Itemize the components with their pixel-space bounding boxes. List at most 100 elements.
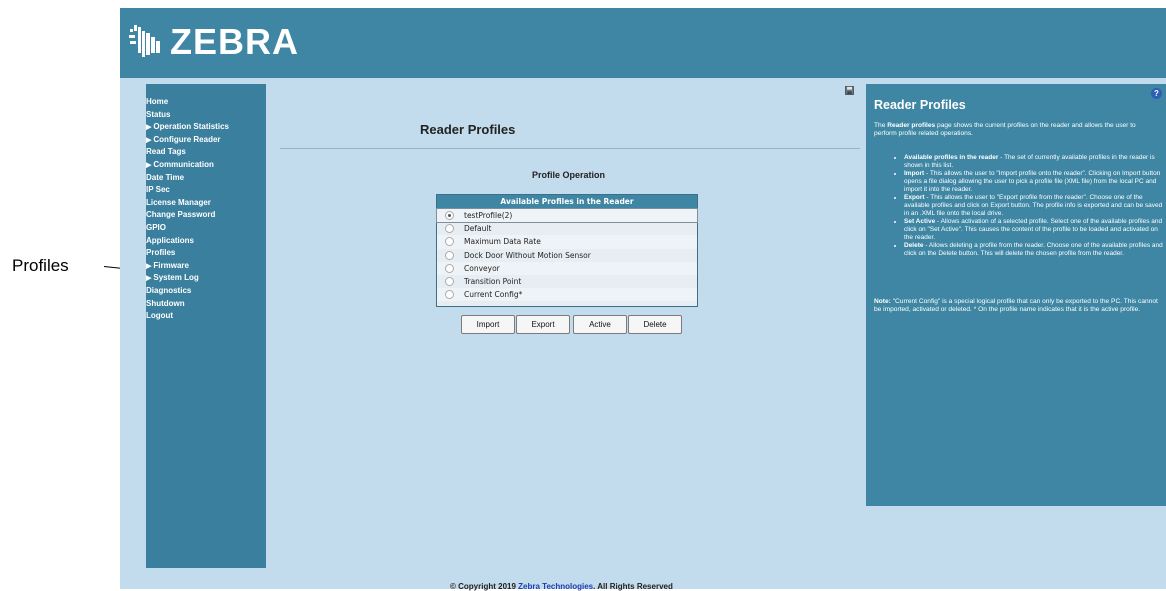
sidebar-item-label: Shutdown [146, 298, 185, 308]
help-question-icon[interactable]: ? [1151, 88, 1162, 99]
sidebar-item-ip-sec[interactable]: IP Sec [146, 184, 266, 197]
sidebar-item-license-manager[interactable]: License Manager [146, 197, 266, 210]
help-term-description: - This allows the user to "Export profil… [904, 194, 1163, 217]
help-list-item: Export - This allows the user to "Export… [904, 194, 1166, 218]
sidebar-item-gpio[interactable]: GPIO [146, 222, 266, 235]
help-intro-bold: Reader profiles [887, 122, 936, 129]
sidebar-item-diagnostics[interactable]: Diagnostics [146, 285, 266, 298]
profile-radio[interactable] [445, 250, 454, 260]
profile-row[interactable]: Conveyor [437, 261, 697, 275]
help-term: Import [904, 170, 925, 177]
sidebar-item-label: Operation Statistics [153, 122, 229, 132]
profile-row[interactable]: Transition Point [437, 275, 697, 288]
nav-list: Home Status ▶ Operation Statistics ▶ Configur… [146, 84, 266, 323]
help-list: Available profiles in the reader - The s… [896, 154, 1166, 258]
sidebar-item-label: Communication [153, 159, 214, 169]
sidebar-nav: Home Status ▶ Operation Statistics ▶ Configur… [146, 84, 266, 568]
zebra-logo: ZEBRA [128, 22, 299, 62]
sidebar-item-read-tags[interactable]: Read Tags [146, 146, 266, 159]
sidebar-item-communication[interactable]: ▶ Communication [146, 159, 266, 172]
profile-name: Maximum Data Rate [464, 237, 541, 247]
help-intro: The Reader profiles page shows the curre… [874, 122, 1160, 138]
expand-arrow-icon: ▶ [146, 136, 152, 144]
help-list-item: Available profiles in the reader - The s… [904, 154, 1166, 170]
sidebar-item-status[interactable]: Status [146, 109, 266, 122]
sidebar-item-profiles[interactable]: Profiles [146, 247, 266, 260]
sidebar-item-label: Configure Reader [153, 134, 221, 144]
sidebar-item-label: Change Password [146, 210, 216, 220]
profile-row[interactable]: Current Config* [437, 288, 697, 302]
import-button[interactable]: Import [461, 315, 515, 334]
export-button[interactable]: Export [516, 315, 570, 334]
profile-row[interactable]: Dock Door Without Motion Sensor [437, 249, 697, 262]
profiles-rows: testProfile(2) Default Maximum Data Rate Do… [436, 207, 698, 302]
sidebar-item-system-log[interactable]: ▶ System Log [146, 272, 266, 285]
footer-rights: . All Rights Reserved [593, 582, 673, 591]
sidebar-item-home[interactable]: Home [146, 96, 266, 109]
profile-radio[interactable] [445, 277, 454, 287]
profile-radio[interactable] [445, 211, 454, 221]
footer: © Copyright 2019 Zebra Technologies. All… [450, 582, 673, 591]
sidebar-item-operation-statistics[interactable]: ▶ Operation Statistics [146, 121, 266, 134]
sidebar-item-logout[interactable]: Logout [146, 310, 266, 323]
expand-arrow-icon: ▶ [146, 262, 152, 270]
profiles-list-box: Available Profiles in the Reader testPro… [436, 194, 698, 307]
sidebar-item-label: Home [146, 97, 169, 106]
sidebar-item-firmware[interactable]: ▶ Firmware [146, 260, 266, 273]
help-list-item: Import - This allows the user to "Import… [904, 170, 1166, 194]
sidebar-item-configure-reader[interactable]: ▶ Configure Reader [146, 134, 266, 147]
profile-radio[interactable] [445, 290, 454, 300]
profile-operation-heading: Profile Operation [532, 170, 606, 180]
help-term: Set Active [904, 218, 936, 225]
expand-arrow-icon: ▶ [146, 161, 152, 169]
profile-name: Default [464, 224, 492, 234]
callout-label: Profiles [12, 256, 69, 275]
sidebar-item-label: IP Sec [146, 185, 170, 195]
help-term-description: - This allows the user to "Import profil… [904, 170, 1161, 193]
profile-radio[interactable] [445, 263, 454, 273]
header-banner: ZEBRA [120, 8, 1166, 78]
sidebar-item-label: License Manager [146, 197, 211, 207]
title-divider [280, 148, 860, 149]
profile-row[interactable]: Default [437, 222, 697, 235]
sidebar-item-shutdown[interactable]: Shutdown [146, 298, 266, 311]
save-icon[interactable] [845, 86, 854, 95]
page-title: Reader Profiles [420, 122, 516, 137]
profile-radio[interactable] [445, 237, 454, 247]
profile-row[interactable]: Maximum Data Rate [437, 235, 697, 249]
expand-arrow-icon: ▶ [146, 124, 152, 132]
help-term: Delete [904, 242, 924, 249]
help-term: Export [904, 194, 925, 201]
help-term-description: - Allows activation of a selected profil… [904, 218, 1163, 241]
logo-text: ZEBRA [170, 21, 299, 62]
sidebar-item-label: Logout [146, 311, 174, 321]
profiles-list-header: Available Profiles in the Reader [437, 195, 697, 209]
sidebar-item-label: Status [146, 109, 171, 119]
sidebar-item-label: System Log [153, 273, 199, 283]
reader-web-page: ZEBRA Home Status ▶ Operation Statistics ▶ Co… [120, 8, 1166, 591]
expand-arrow-icon: ▶ [146, 275, 152, 283]
help-panel: ? Reader Profiles The Reader profiles pa… [866, 84, 1166, 506]
help-note-text: "Current Config" is a special logical pr… [874, 298, 1158, 314]
profile-name: Current Config* [464, 290, 523, 300]
active-button[interactable]: Active [573, 315, 627, 334]
sidebar-item-date-time[interactable]: Date Time [146, 172, 266, 185]
sidebar-item-label: Date Time [146, 172, 185, 182]
profile-name: testProfile(2) [464, 211, 513, 221]
profile-name: Dock Door Without Motion Sensor [464, 250, 591, 260]
sidebar-item-label: Profiles [146, 248, 176, 258]
profile-name: Transition Point [464, 277, 522, 287]
profile-row[interactable]: testProfile(2) [436, 207, 698, 224]
sidebar-item-label: GPIO [146, 222, 167, 232]
help-list-item: Delete - Allows deleting a profile from … [904, 242, 1166, 258]
zebra-head-icon [129, 25, 160, 57]
sidebar-item-applications[interactable]: Applications [146, 235, 266, 248]
help-title: Reader Profiles [874, 98, 966, 112]
delete-button[interactable]: Delete [628, 315, 682, 334]
footer-link[interactable]: Zebra Technologies [518, 582, 593, 591]
profile-radio[interactable] [445, 224, 454, 234]
sidebar-item-label: Applications [146, 235, 195, 245]
footer-copyright: © Copyright 2019 [450, 582, 519, 591]
sidebar-item-label: Diagnostics [146, 285, 192, 295]
sidebar-item-change-password[interactable]: Change Password [146, 209, 266, 222]
